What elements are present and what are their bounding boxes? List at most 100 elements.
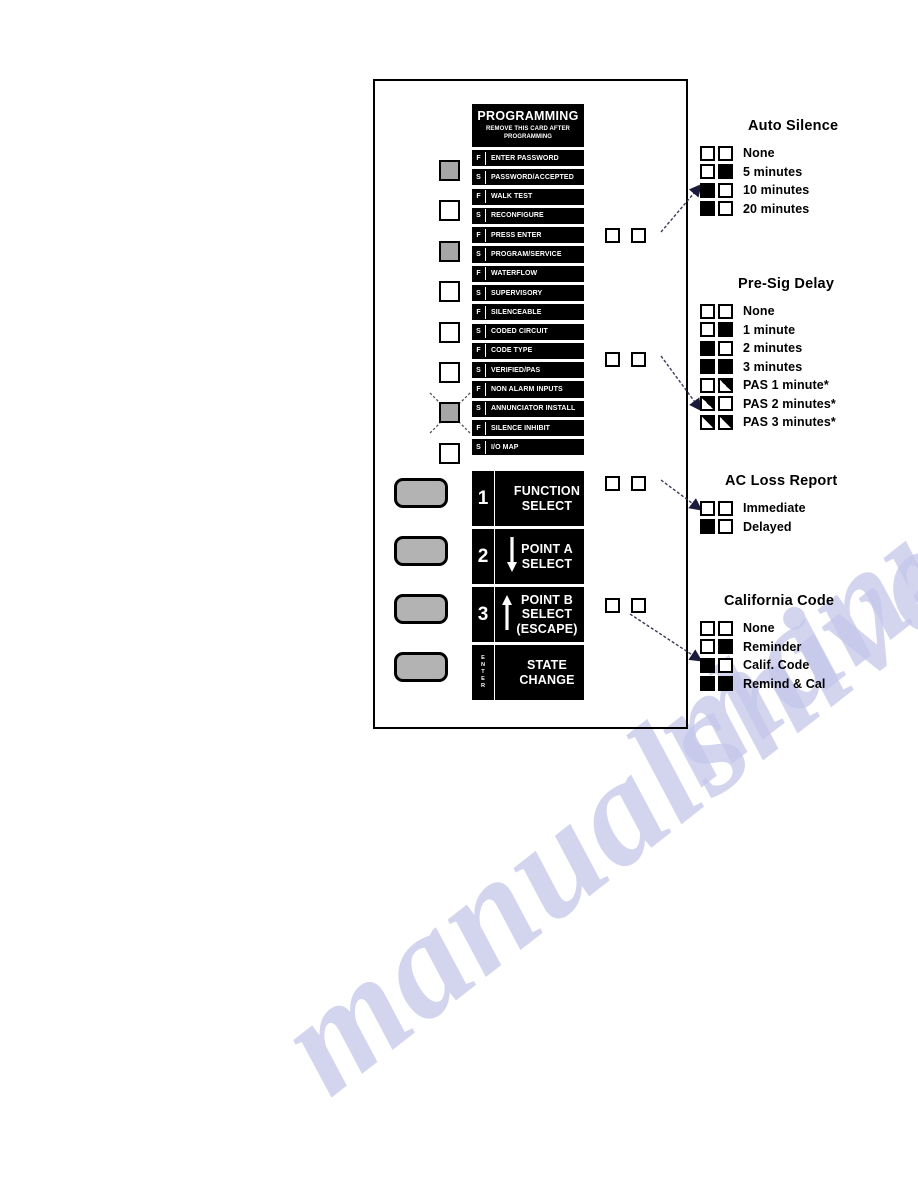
option-label: PAS 1 minute* bbox=[743, 378, 829, 393]
label-row-prefix: F bbox=[472, 421, 486, 435]
option-row[interactable]: Delayed bbox=[700, 518, 837, 537]
option-switch-right[interactable] bbox=[718, 182, 733, 198]
option-switch-left[interactable] bbox=[700, 396, 715, 412]
option-switch-right[interactable] bbox=[718, 620, 733, 636]
function-key-row-2[interactable]: 2 POINT A SELECT bbox=[472, 529, 584, 584]
option-switch-right[interactable] bbox=[718, 657, 733, 673]
option-switch-right[interactable] bbox=[718, 145, 733, 161]
label-row: F WALK TEST bbox=[472, 188, 584, 205]
dip-switch-left[interactable] bbox=[605, 476, 620, 491]
option-row[interactable]: None bbox=[700, 144, 838, 163]
option-row[interactable]: Immediate bbox=[700, 499, 837, 518]
option-switch-left[interactable] bbox=[700, 145, 715, 161]
option-switch-right[interactable] bbox=[718, 676, 733, 692]
membrane-button-2[interactable] bbox=[394, 536, 448, 566]
option-switch-left[interactable] bbox=[700, 182, 715, 198]
option-row[interactable]: Calif. Code bbox=[700, 656, 834, 675]
option-row[interactable]: 3 minutes bbox=[700, 358, 836, 377]
option-row[interactable]: Reminder bbox=[700, 638, 834, 657]
label-row-text: CODE TYPE bbox=[491, 347, 533, 355]
option-row[interactable]: None bbox=[700, 619, 834, 638]
label-row-prefix: F bbox=[472, 344, 486, 358]
option-switch-right[interactable] bbox=[718, 201, 733, 217]
led-indicator-5 bbox=[439, 321, 460, 343]
membrane-button-1[interactable] bbox=[394, 478, 448, 508]
caption-line-1: STATE bbox=[526, 658, 568, 672]
label-strip: PROGRAMMING REMOVE THIS CARD AFTER PROGR… bbox=[472, 104, 584, 459]
option-switch-left[interactable] bbox=[700, 414, 715, 430]
option-row[interactable]: None bbox=[700, 302, 836, 321]
dip-pair-ac-loss[interactable] bbox=[605, 476, 646, 491]
option-row[interactable]: PAS 2 minutes* bbox=[700, 395, 836, 414]
dip-switch-left[interactable] bbox=[605, 598, 620, 613]
dip-switch-left[interactable] bbox=[605, 352, 620, 367]
dip-switch-right[interactable] bbox=[631, 228, 646, 243]
option-switch-right[interactable] bbox=[718, 396, 733, 412]
option-switch-right[interactable] bbox=[718, 340, 733, 356]
option-row[interactable]: PAS 1 minute* bbox=[700, 376, 836, 395]
option-group-california-code: California Code None Reminder Calif. Code Re… bbox=[700, 593, 834, 693]
dip-pair-pre-sig-delay[interactable] bbox=[605, 352, 646, 367]
option-switch-right[interactable] bbox=[718, 359, 733, 375]
up-arrow-icon bbox=[501, 592, 513, 637]
dip-pair-auto-silence[interactable] bbox=[605, 228, 646, 243]
option-switch-left[interactable] bbox=[700, 657, 715, 673]
label-row-prefix: S bbox=[472, 440, 486, 454]
option-switch-left[interactable] bbox=[700, 500, 715, 516]
label-row-text: RECONFIGURE bbox=[491, 212, 544, 220]
label-row: F CODE TYPE bbox=[472, 342, 584, 359]
option-row[interactable]: 10 minutes bbox=[700, 181, 838, 200]
option-switch-right[interactable] bbox=[718, 519, 733, 535]
option-switch-right[interactable] bbox=[718, 639, 733, 655]
option-switch-right[interactable] bbox=[718, 322, 733, 338]
function-key-number: ENTER bbox=[472, 645, 495, 700]
option-switch-left[interactable] bbox=[700, 377, 715, 393]
function-key-number: 3 bbox=[472, 587, 495, 642]
option-switch-left[interactable] bbox=[700, 676, 715, 692]
label-row-text: NON ALARM INPUTS bbox=[491, 385, 563, 393]
option-row[interactable]: 1 minute bbox=[700, 321, 836, 340]
function-key-number: 2 bbox=[472, 529, 495, 584]
option-row[interactable]: 2 minutes bbox=[700, 339, 836, 358]
membrane-button-3[interactable] bbox=[394, 594, 448, 624]
option-switch-left[interactable] bbox=[700, 620, 715, 636]
dip-switch-right[interactable] bbox=[631, 476, 646, 491]
function-key-body: FUNCTION SELECT bbox=[495, 471, 584, 526]
label-row: S I/O MAP bbox=[472, 439, 584, 456]
dip-switch-right[interactable] bbox=[631, 352, 646, 367]
option-switch-left[interactable] bbox=[700, 303, 715, 319]
dip-switch-right[interactable] bbox=[631, 598, 646, 613]
function-key-body: STATE CHANGE bbox=[495, 645, 584, 700]
label-row: S PASSWORD/ACCEPTED bbox=[472, 169, 584, 186]
function-key-row-4[interactable]: E N T E R STATE CHANGE bbox=[472, 645, 584, 700]
option-row[interactable]: PAS 3 minutes* bbox=[700, 413, 836, 432]
option-switch-left[interactable] bbox=[700, 164, 715, 180]
led-indicator-8 bbox=[439, 442, 460, 464]
function-key-row-1[interactable]: 1 FUNCTION SELECT bbox=[472, 471, 584, 526]
option-row[interactable]: 20 minutes bbox=[700, 200, 838, 219]
option-switch-left[interactable] bbox=[700, 322, 715, 338]
option-switch-left[interactable] bbox=[700, 340, 715, 356]
option-switch-right[interactable] bbox=[718, 164, 733, 180]
option-switch-right[interactable] bbox=[718, 500, 733, 516]
option-switch-left[interactable] bbox=[700, 201, 715, 217]
label-row-prefix: F bbox=[472, 305, 486, 319]
membrane-button-4[interactable] bbox=[394, 652, 448, 682]
option-row[interactable]: Remind & Cal bbox=[700, 675, 834, 694]
dip-pair-california[interactable] bbox=[605, 598, 646, 613]
option-row[interactable]: 5 minutes bbox=[700, 163, 838, 182]
option-switch-left[interactable] bbox=[700, 639, 715, 655]
option-label: 1 minute bbox=[743, 322, 796, 337]
label-row-text: PRESS ENTER bbox=[491, 231, 542, 239]
option-switch-right[interactable] bbox=[718, 414, 733, 430]
caption-line-1: POINT B bbox=[520, 592, 574, 607]
option-label: None bbox=[743, 304, 775, 319]
option-switch-right[interactable] bbox=[718, 377, 733, 393]
option-switch-left[interactable] bbox=[700, 519, 715, 535]
dip-switch-left[interactable] bbox=[605, 228, 620, 243]
option-switch-left[interactable] bbox=[700, 359, 715, 375]
option-switch-right[interactable] bbox=[718, 303, 733, 319]
label-row: S VERIFIED/PAS bbox=[472, 362, 584, 379]
label-row-text: ENTER PASSWORD bbox=[491, 154, 559, 162]
function-key-row-3[interactable]: 3 POINT B SELECT (ESCAPE) bbox=[472, 587, 584, 642]
